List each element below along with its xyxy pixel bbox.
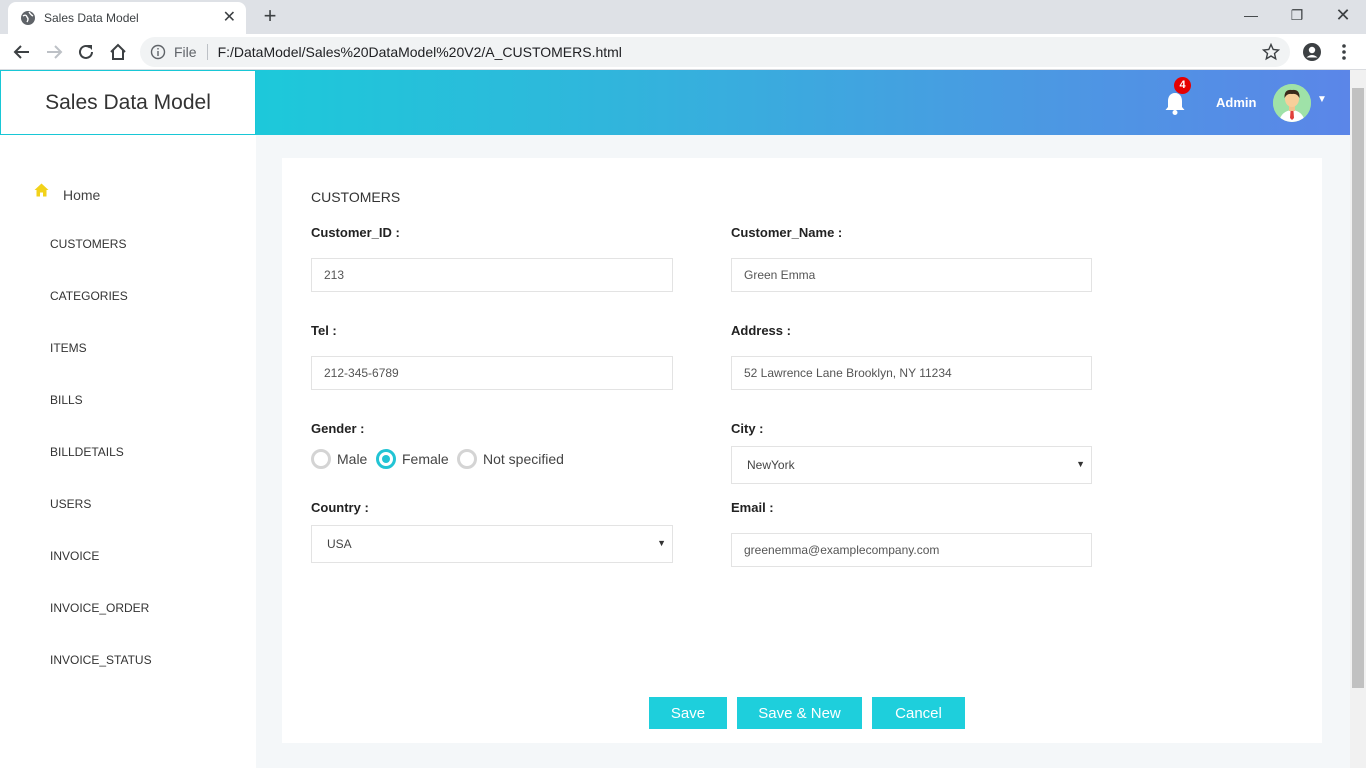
customer-name-input[interactable]: Green Emma <box>731 258 1092 292</box>
address-label: Address : <box>731 323 791 338</box>
customer-form-card: CUSTOMERS Customer_ID : 213 Customer_Nam… <box>282 158 1322 743</box>
chevron-down-icon[interactable]: ▼ <box>1317 94 1327 105</box>
sidebar-item-items[interactable]: ITEMS <box>50 341 87 355</box>
address-input[interactable]: 52 Lawrence Lane Brooklyn, NY 11234 <box>731 356 1092 390</box>
radio-label: Not specified <box>483 451 564 467</box>
notification-badge: 4 <box>1174 77 1191 94</box>
brand-title[interactable]: Sales Data Model <box>0 70 256 135</box>
email-label: Email : <box>731 500 774 515</box>
save-and-new-button[interactable]: Save & New <box>737 697 862 729</box>
customer-id-label: Customer_ID : <box>311 225 400 240</box>
email-input[interactable]: greenemma@examplecompany.com <box>731 533 1092 567</box>
browser-tab[interactable]: Sales Data Model ✕ <box>8 2 246 34</box>
dropdown-arrow-icon: ▼ <box>1076 459 1085 469</box>
avatar[interactable] <box>1273 84 1311 122</box>
city-label: City : <box>731 421 764 436</box>
app-header: Sales Data Model 4 Admin ▼ <box>0 70 1350 135</box>
menu-kebab-icon[interactable] <box>1332 40 1356 64</box>
page-scrollbar[interactable] <box>1350 70 1366 768</box>
scheme-label: File <box>174 44 197 60</box>
gender-label: Gender : <box>311 421 365 436</box>
tab-close-icon[interactable]: ✕ <box>223 10 236 26</box>
sidebar: Home CUSTOMERS CATEGORIES ITEMS BILLS BI… <box>0 135 256 768</box>
url-text[interactable]: F:/DataModel/Sales%20DataModel%20V2/A_CU… <box>218 44 622 60</box>
customer-id-input[interactable]: 213 <box>311 258 673 292</box>
sidebar-item-invoice[interactable]: INVOICE <box>50 549 99 563</box>
sidebar-item-invoice-status[interactable]: INVOICE_STATUS <box>50 653 152 667</box>
radio-circle[interactable] <box>457 449 477 469</box>
window-close-button[interactable]: ✕ <box>1320 0 1366 30</box>
sidebar-item-users[interactable]: USERS <box>50 497 91 511</box>
sidebar-item-bills[interactable]: BILLS <box>50 393 83 407</box>
radio-label: Female <box>402 451 449 467</box>
tel-label: Tel : <box>311 323 337 338</box>
back-icon[interactable] <box>10 40 34 64</box>
gender-radio-male[interactable]: Male <box>311 449 367 469</box>
gender-radio-female[interactable]: Female <box>376 449 449 469</box>
tab-title: Sales Data Model <box>44 11 139 25</box>
forward-icon[interactable] <box>42 40 66 64</box>
omnibox-divider <box>206 44 208 60</box>
country-select[interactable]: USA ▼ <box>311 525 673 563</box>
bookmark-star-icon[interactable] <box>1262 43 1280 61</box>
home-page-icon[interactable] <box>106 40 130 64</box>
sidebar-item-label: Home <box>63 187 101 203</box>
address-bar[interactable]: File F:/DataModel/Sales%20DataModel%20V2… <box>140 37 1290 67</box>
gender-radio-not-specified[interactable]: Not specified <box>457 449 564 469</box>
customer-name-label: Customer_Name : <box>731 225 843 240</box>
radio-label: Male <box>337 451 368 467</box>
new-tab-button[interactable]: + <box>258 4 282 28</box>
tel-input[interactable]: 212-345-6789 <box>311 356 673 390</box>
cancel-button[interactable]: Cancel <box>872 697 965 729</box>
user-name[interactable]: Admin <box>1216 95 1256 110</box>
radio-circle[interactable] <box>311 449 331 469</box>
home-icon <box>34 183 49 202</box>
page: Sales Data Model 4 Admin ▼ Home CUSTOMER… <box>0 70 1350 768</box>
sidebar-item-customers[interactable]: CUSTOMERS <box>50 237 126 251</box>
page-title: CUSTOMERS <box>311 189 401 205</box>
profile-icon[interactable] <box>1300 40 1324 64</box>
country-selected-value: USA <box>327 537 352 551</box>
minimize-button[interactable]: — <box>1228 0 1274 30</box>
save-button[interactable]: Save <box>649 697 727 729</box>
browser-toolbar: File F:/DataModel/Sales%20DataModel%20V2… <box>0 34 1366 70</box>
country-label: Country : <box>311 500 369 515</box>
reload-icon[interactable] <box>74 40 98 64</box>
browser-tab-bar: Sales Data Model ✕ + — ❐ ✕ <box>0 0 1366 34</box>
sidebar-item-invoice-order[interactable]: INVOICE_ORDER <box>50 601 149 615</box>
scrollbar-thumb[interactable] <box>1352 88 1364 688</box>
sidebar-item-categories[interactable]: CATEGORIES <box>50 289 128 303</box>
restore-button[interactable]: ❐ <box>1274 0 1320 30</box>
sidebar-item-billdetails[interactable]: BILLDETAILS <box>50 445 124 459</box>
info-icon[interactable] <box>150 44 166 60</box>
dropdown-arrow-icon: ▼ <box>657 538 666 548</box>
globe-icon <box>20 10 36 26</box>
city-select[interactable]: NewYork ▼ <box>731 446 1092 484</box>
radio-circle-selected[interactable] <box>376 449 396 469</box>
city-selected-value: NewYork <box>747 458 795 472</box>
sidebar-item-home[interactable]: Home <box>34 182 100 203</box>
